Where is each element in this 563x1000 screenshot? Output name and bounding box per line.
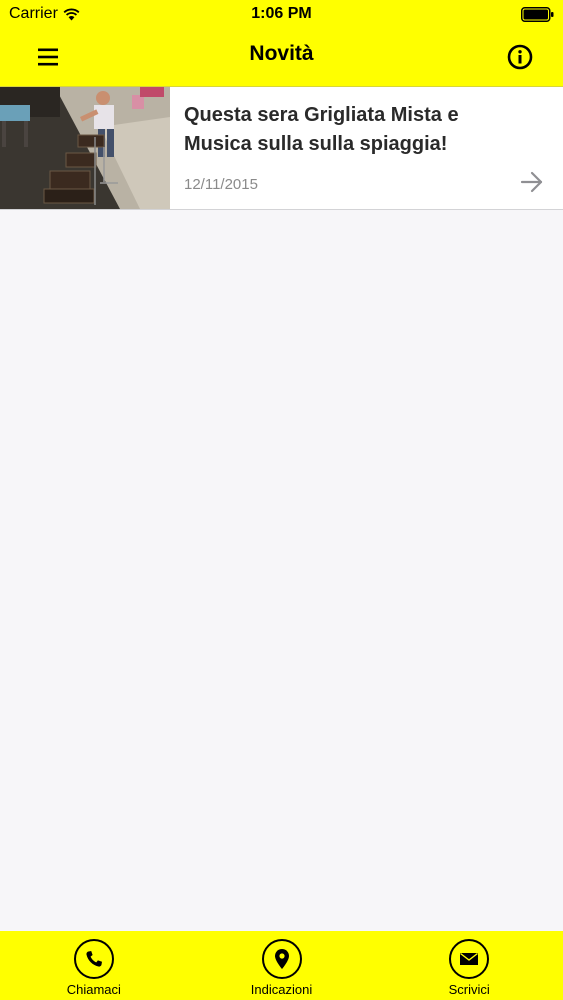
tab-bar: Chiamaci Indicazioni Scrivici <box>0 931 563 1000</box>
news-item[interactable]: Questa sera Grigliata Mista e Musica sul… <box>0 87 563 210</box>
tab-write-circle <box>449 939 490 979</box>
status-time: 1:06 PM <box>251 5 312 22</box>
arrow-right-icon <box>520 171 543 193</box>
tab-directions-circle <box>261 939 302 979</box>
news-date: 12/11/2015 <box>184 176 258 193</box>
envelope-icon <box>460 952 479 965</box>
status-bar: Carrier 1:06 PM <box>0 0 563 28</box>
tab-directions[interactable]: Indicazioni <box>188 931 376 1000</box>
navigation-bar: Novità <box>0 28 563 87</box>
top-bar: Carrier 1:06 PM Novità <box>0 0 563 87</box>
tab-directions-label: Indicazioni <box>250 982 313 997</box>
news-list: Questa sera Grigliata Mista e Musica sul… <box>0 87 563 210</box>
phone-icon <box>86 951 102 967</box>
grill-photo-image <box>0 87 170 209</box>
page-title: Novità <box>249 42 314 65</box>
info-icon <box>507 44 533 70</box>
tab-call[interactable]: Chiamaci <box>0 931 188 1000</box>
tab-write-label: Scrivici <box>448 982 490 997</box>
location-pin-icon <box>274 949 289 969</box>
battery-icon <box>521 7 554 22</box>
news-title: Questa sera Grigliata Mista e Musica sul… <box>184 104 459 155</box>
news-thumbnail <box>0 87 170 209</box>
info-button[interactable] <box>503 40 537 74</box>
app-screen: Carrier 1:06 PM Novità Questa sera Grigl… <box>0 0 563 1000</box>
tab-call-label: Chiamaci <box>66 982 121 997</box>
tab-write[interactable]: Scrivici <box>375 931 563 1000</box>
tab-call-circle <box>73 939 114 979</box>
